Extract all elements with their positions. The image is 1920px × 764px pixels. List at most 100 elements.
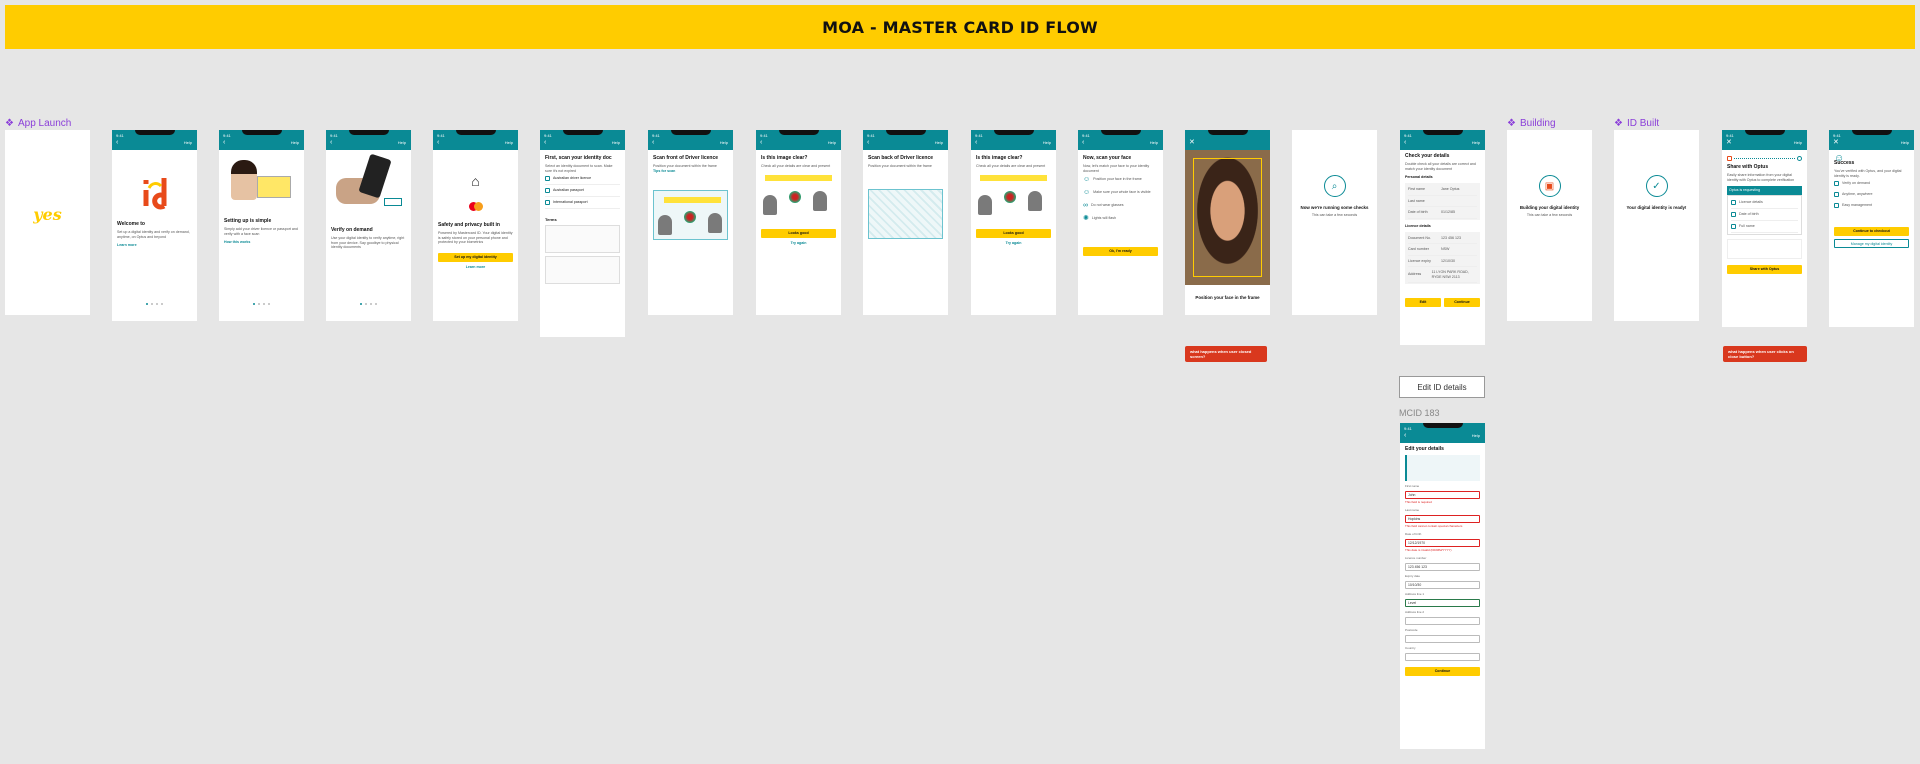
back-icon[interactable]: ‹: [1404, 432, 1406, 439]
face-caption: Position your face in the frame: [1195, 295, 1260, 300]
screen-select-doc: 9:41 ‹ Help First, scan your identity do…: [540, 130, 625, 337]
back-icon[interactable]: ‹: [760, 139, 762, 146]
terms-checkbox-1[interactable]: [545, 225, 620, 253]
postcode-field[interactable]: [1405, 635, 1480, 643]
help-link[interactable]: Help: [291, 140, 299, 145]
continue-button[interactable]: Continue: [1444, 298, 1480, 307]
close-icon[interactable]: ✕: [1726, 139, 1732, 146]
try-again-link[interactable]: Try again: [976, 241, 1051, 246]
welcome-body: Set up a digital identity and verify on …: [117, 230, 190, 239]
phone-in-hand-illustration: [326, 150, 411, 222]
doc-option-driver-licence[interactable]: Australian driver licence: [545, 173, 620, 185]
screen-welcome: 9:41 ‹ Help Welcome to Set up a digital …: [112, 130, 197, 321]
dob-field[interactable]: 12/12/1970: [1405, 539, 1480, 547]
manage-identity-button[interactable]: Manage my digital identity: [1834, 239, 1909, 248]
face-scan-body: Now, let's match your face to your ident…: [1083, 164, 1150, 173]
status-time: 9:41: [544, 133, 552, 138]
doc-option-intl-passport[interactable]: International passport: [545, 197, 620, 209]
back-icon[interactable]: ‹: [1404, 139, 1406, 146]
address-1-field[interactable]: Level: [1405, 599, 1480, 607]
tip-lights-flash: ✺ Lights will flash: [1083, 215, 1117, 222]
help-link[interactable]: Help: [1901, 140, 1909, 145]
help-link[interactable]: Help: [1043, 140, 1051, 145]
detail-row: Date of birth 01/12/85: [1408, 207, 1477, 219]
first-name-field[interactable]: John: [1405, 491, 1480, 499]
help-link[interactable]: Help: [720, 140, 728, 145]
country-field[interactable]: [1405, 653, 1480, 661]
help-link[interactable]: Help: [1794, 140, 1802, 145]
error-message: This field cannot contain special charac…: [1405, 524, 1463, 528]
help-link[interactable]: Help: [1472, 140, 1480, 145]
simple-body: Simply add your driver licence or passpo…: [224, 227, 298, 236]
back-icon[interactable]: ‹: [544, 139, 546, 146]
continue-button[interactable]: Continue: [1405, 667, 1480, 676]
licence-silhouette: [708, 212, 722, 233]
help-link[interactable]: Help: [398, 140, 406, 145]
share-with-optus-button[interactable]: Share with Optus: [1727, 265, 1802, 274]
try-again-link[interactable]: Try again: [761, 241, 836, 246]
terms-checkbox-2[interactable]: [545, 256, 620, 284]
licence-details-heading: Licence details: [1405, 223, 1431, 228]
screen-image-clear-front: 9:41 ‹ Help Is this image clear? Check a…: [756, 130, 841, 315]
id-cards-illustration: [219, 158, 304, 213]
looks-good-button[interactable]: Looks good: [976, 228, 1051, 238]
status-time: 9:41: [1833, 133, 1841, 138]
licence-number-field[interactable]: 123 456 123: [1405, 563, 1480, 571]
licence-scan-frame: [653, 189, 728, 240]
scan-id-body: Select an identity document to scan. Mak…: [545, 164, 613, 173]
help-link[interactable]: Help: [828, 140, 836, 145]
simple-title: Setting up is simple: [224, 218, 272, 224]
help-link[interactable]: Help: [1472, 433, 1480, 438]
details-actions: Edit Continue: [1405, 298, 1480, 307]
expiry-field[interactable]: 10/10/30: [1405, 581, 1480, 589]
help-link[interactable]: Help: [935, 140, 943, 145]
how-this-works-link[interactable]: How this works: [224, 240, 299, 245]
lock-icon: ⌂: [471, 173, 480, 189]
back-icon[interactable]: ‹: [223, 139, 225, 146]
mcid-label: MCID 183: [1399, 408, 1440, 418]
help-link[interactable]: Help: [1150, 140, 1158, 145]
back-icon[interactable]: ‹: [867, 139, 869, 146]
licence-band: [664, 196, 721, 203]
building-body: This can take a few seconds: [1526, 213, 1573, 217]
screen-safety: 9:41 ‹ Help ⌂ Safety and privacy built i…: [433, 130, 518, 321]
last-name-field[interactable]: Hopkins: [1405, 515, 1480, 523]
close-icon[interactable]: ✕: [1833, 139, 1839, 146]
licence-preview: [761, 174, 836, 221]
section-label-building: ❖ Building: [1507, 118, 1556, 129]
phone-notch: [670, 130, 711, 135]
privacy-body: Powered by Mastercard ID. Your digital i…: [438, 231, 513, 244]
status-time: 9:41: [116, 133, 124, 138]
phone-notch: [241, 130, 282, 135]
back-icon[interactable]: ‹: [1082, 139, 1084, 146]
learn-more-link[interactable]: Learn more: [117, 243, 192, 248]
ok-ready-button[interactable]: Ok, I'm ready: [1083, 247, 1158, 256]
close-icon[interactable]: ✕: [1189, 139, 1195, 146]
detail-row: Licence expiry 12/10/30: [1408, 256, 1477, 267]
back-icon[interactable]: ‹: [330, 139, 332, 146]
doc-option-passport[interactable]: Australian passport: [545, 185, 620, 197]
detail-row: Last name: [1408, 196, 1477, 207]
setup-identity-button[interactable]: Set up my digital identity: [438, 252, 513, 262]
tips-for-scan-link[interactable]: Tips for scan: [653, 169, 728, 174]
looks-good-button[interactable]: Looks good: [761, 228, 836, 238]
search-icon: ⌕: [1323, 175, 1346, 197]
phone-notch: [885, 130, 926, 135]
component-icon: ❖: [1614, 118, 1623, 129]
back-icon[interactable]: ‹: [975, 139, 977, 146]
back-icon[interactable]: ‹: [652, 139, 654, 146]
help-link[interactable]: Help: [505, 140, 513, 145]
help-link[interactable]: Help: [184, 140, 192, 145]
continue-checkout-button[interactable]: Continue to checkout: [1834, 227, 1909, 236]
scan-back-body: Position your document within the frame: [868, 164, 932, 168]
learn-more-link[interactable]: Learn more: [438, 265, 513, 270]
edit-button[interactable]: Edit: [1405, 298, 1441, 307]
help-link[interactable]: Help: [612, 140, 620, 145]
consent-checkbox[interactable]: [1727, 239, 1802, 259]
note-close-button: what happens when user clicks on close b…: [1723, 346, 1807, 362]
back-icon[interactable]: ‹: [437, 139, 439, 146]
address-2-field[interactable]: [1405, 617, 1480, 625]
back-icon[interactable]: ‹: [116, 139, 118, 146]
welcome-title: Welcome to: [117, 221, 145, 227]
licence-icon: [545, 176, 550, 181]
